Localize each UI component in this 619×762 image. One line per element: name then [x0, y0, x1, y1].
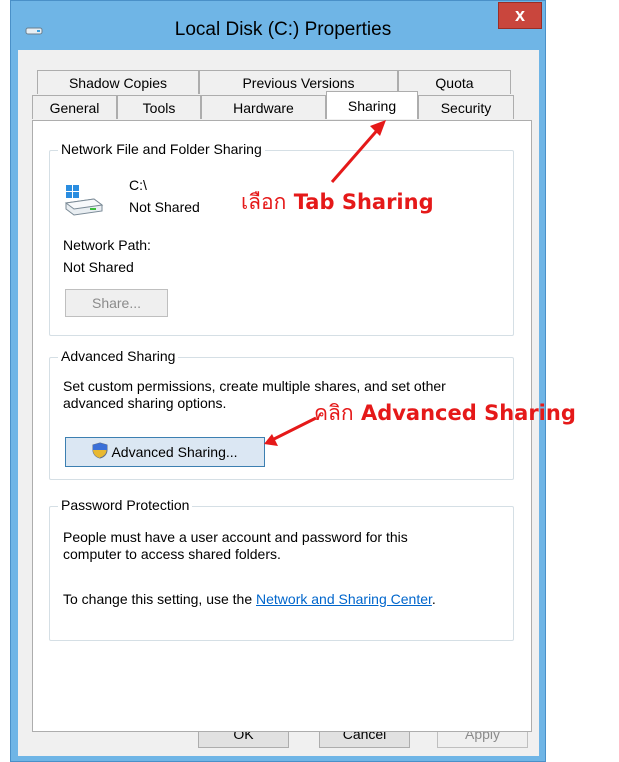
drive-status: Not Shared: [129, 199, 200, 215]
advanced-sharing-legend: Advanced Sharing: [58, 348, 179, 364]
tab-general[interactable]: General: [32, 95, 117, 119]
annotation-adv-thai: คลิก: [314, 401, 354, 425]
tab-shadow-copies[interactable]: Shadow Copies: [37, 70, 199, 94]
change-setting-text: To change this setting, use the: [63, 591, 253, 607]
windows-drive-icon: [64, 183, 104, 220]
drive-name: C:\: [129, 177, 147, 193]
network-sharing-center-link[interactable]: Network and Sharing Center: [256, 591, 432, 607]
change-setting-period: .: [431, 591, 436, 607]
share-button[interactable]: Share...: [65, 289, 168, 317]
annotation-advanced-sharing: คลิก Advanced Sharing: [314, 397, 576, 430]
network-path-value: Not Shared: [63, 259, 134, 275]
title-bar[interactable]: Local Disk (C:) Properties x: [11, 1, 545, 40]
tab-security[interactable]: Security: [418, 95, 514, 119]
annotation-adv-en: Advanced Sharing: [360, 401, 576, 425]
network-sharing-legend: Network File and Folder Sharing: [58, 141, 265, 157]
window-title: Local Disk (C:) Properties: [174, 19, 392, 40]
tab-tools[interactable]: Tools: [117, 95, 201, 119]
annotation-tab-sharing: เลือก Tab Sharing: [241, 186, 434, 219]
properties-window: Local Disk (C:) Properties x Shadow Copi…: [10, 0, 546, 762]
tab-sharing[interactable]: Sharing: [326, 91, 418, 119]
network-path-label: Network Path:: [63, 237, 151, 253]
advanced-sharing-button-label: Advanced Sharing...: [111, 444, 238, 460]
close-button[interactable]: x: [498, 2, 542, 29]
advanced-sharing-button[interactable]: Advanced Sharing...: [65, 437, 265, 467]
password-protection-description: People must have a user account and pass…: [63, 529, 408, 562]
network-sharing-group: Network File and Folder Sharing C:\ Not …: [49, 141, 514, 336]
password-protection-legend: Password Protection: [58, 497, 193, 513]
uac-shield-icon: [92, 442, 108, 462]
password-protection-group: Password Protection People must have a u…: [49, 497, 514, 641]
tab-hardware[interactable]: Hardware: [201, 95, 326, 119]
annotation-tab-thai: เลือก: [241, 190, 287, 214]
annotation-tab-en: Tab Sharing: [293, 190, 434, 214]
change-setting-line: To change this setting, use the Network …: [63, 591, 436, 607]
